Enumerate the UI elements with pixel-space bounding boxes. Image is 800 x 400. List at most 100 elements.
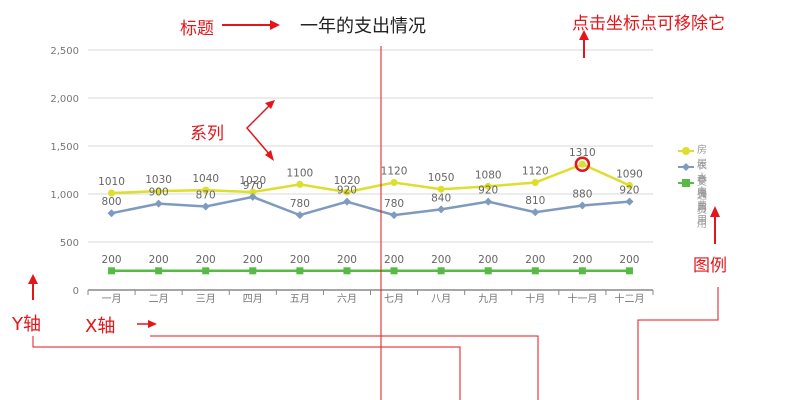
data-point [201,202,210,211]
data-label: 880 [572,189,592,201]
annotation-y-axis-label: Y轴 [12,314,41,335]
data-label: 800 [102,196,122,208]
y-tick-label: 1,500 [50,142,79,153]
data-point [531,178,539,186]
data-point [343,267,351,275]
data-label: 200 [478,254,498,266]
annotation-arrowhead [710,206,720,217]
x-tick-label: 六月 [337,293,357,305]
y-tick-label: 2,500 [50,46,79,57]
data-point [531,208,540,217]
x-tick-label: 十月 [525,292,545,305]
annotation-title-label: 标题 [180,19,214,39]
data-label: 200 [243,254,263,266]
x-tick-label: 三月 [196,293,216,305]
legend-marker-diamond-icon [678,163,694,171]
data-label: 780 [290,198,310,210]
annotation-series-label: 系列 [190,124,224,144]
annotation-connector-line [637,287,719,400]
legend-circle [682,147,690,155]
data-point [296,180,304,188]
data-label: 1010 [98,176,125,188]
x-tick-label: 七月 [384,293,404,305]
chart-title: 一年的支出情况 [300,16,426,37]
data-point [437,267,445,275]
data-point [295,211,304,220]
data-point [578,160,586,168]
data-point [155,267,163,275]
legend-marker-square-icon [678,179,694,187]
data-point [484,197,493,206]
legend-marker-circle-icon [678,147,694,155]
x-tick-label: 十二月 [614,292,644,305]
x-tick-label: 一月 [102,293,122,305]
annotation-x-axis-label: X轴 [85,316,116,337]
data-point [154,199,163,208]
annotation-arrow-line [245,104,271,156]
data-point [484,267,492,275]
data-label: 810 [525,195,545,207]
data-label: 920 [619,185,639,197]
data-label: 970 [243,180,263,192]
y-tick-label: 0 [73,286,79,297]
data-label: 920 [337,185,357,197]
data-label: 200 [525,254,545,266]
data-point [108,267,116,275]
x-tick-label: 九月 [478,293,498,305]
x-tick-label: 五月 [290,293,310,305]
data-point [437,205,446,214]
data-label: 1080 [475,169,502,181]
data-point [578,201,587,210]
data-point [625,267,633,275]
data-label: 780 [384,198,404,210]
annotation-arrowhead [28,274,38,284]
data-label: 1050 [428,172,455,184]
data-label: 1100 [287,167,314,179]
legend-label: 交通费用 [697,177,707,230]
chart-stage: 0 500 1,000 1,500 2,000 2,500 一月 二月 三月 四月 五月 六月 七月 八月… [0,0,800,400]
data-label: 200 [337,254,357,266]
y-tick-label: 1,000 [50,190,79,201]
series-line [111,162,630,195]
data-label: 200 [102,254,122,266]
data-label: 200 [384,254,404,266]
chart-svg: 0 500 1,000 1,500 2,000 2,500 一月 二月 三月 四月 五月 六月 七月 八月… [28,20,720,400]
data-point [296,267,304,275]
data-point [578,267,586,275]
data-point [625,197,634,206]
y-tick-label: 2,000 [50,94,79,105]
data-label: 920 [478,185,498,197]
x-tick-label: 二月 [149,293,169,305]
data-point [107,209,116,218]
data-label: 200 [619,254,639,266]
data-label: 200 [149,254,169,266]
annotation-arrowhead [148,320,157,328]
data-point [531,267,539,275]
data-label: 1030 [145,174,172,186]
data-point [249,267,257,275]
data-label: 200 [572,254,592,266]
annotation-connector-line [32,336,461,400]
legend-diamond [682,163,690,171]
annotation-remove-hint: 点击坐标点可移除它 [572,14,725,34]
data-label: 200 [196,254,216,266]
data-label: 900 [149,187,169,199]
data-label: 840 [431,192,451,204]
annotation-arrowhead [270,20,280,30]
annotation-legend-label: 图例 [693,256,727,276]
data-label: 1040 [192,173,219,185]
data-point [202,267,210,275]
x-tick-label: 八月 [431,293,451,305]
data-label: 1090 [616,168,643,180]
x-tick-label: 四月 [243,293,263,305]
data-point [390,267,398,275]
series-line [111,195,630,217]
x-tick-label: 十一月 [567,292,597,305]
data-label: 1120 [522,165,549,177]
y-tick-label: 500 [60,238,79,249]
data-label: 1120 [381,165,408,177]
data-label: 200 [290,254,310,266]
legend-square [682,179,690,187]
data-label: 870 [196,189,216,201]
data-point [390,178,398,186]
